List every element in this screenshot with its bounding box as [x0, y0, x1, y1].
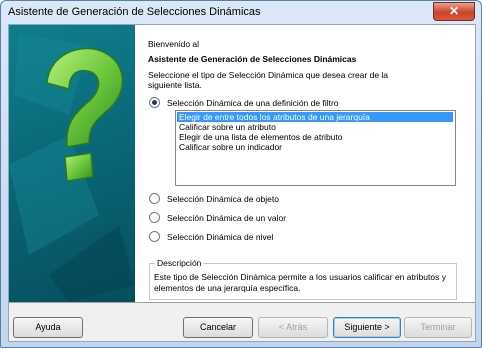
close-button[interactable]: ✕: [433, 2, 475, 21]
list-item[interactable]: Elegir de una lista de elementos de atri…: [177, 132, 453, 142]
instruction-line-1: Seleccione el tipo de Selección Dinámica…: [148, 70, 389, 80]
radio-object[interactable]: [149, 193, 160, 204]
list-item[interactable]: Calificar sobre un atributo: [177, 122, 453, 132]
instruction-line-2: siguiente lista.: [148, 80, 202, 90]
radio-filter-definition[interactable]: [149, 97, 160, 108]
option-value-label[interactable]: Selección Dinámica de un valor: [167, 213, 286, 223]
radio-value[interactable]: [149, 212, 160, 223]
option-object-label[interactable]: Selección Dinámica de objeto: [167, 194, 279, 204]
finish-button[interactable]: Terminar: [404, 317, 472, 338]
description-line-2: elementos de una jerarquía específica.: [154, 283, 301, 293]
question-mark-art-icon: [9, 35, 135, 302]
welcome-text: Bienvenido al: [148, 39, 200, 49]
description-line-1: Este tipo de Selección Dinámica permite …: [154, 272, 446, 282]
cancel-button[interactable]: Cancelar: [183, 317, 253, 338]
wizard-window: Asistente de Generación de Selecciones D…: [0, 0, 482, 348]
radio-level[interactable]: [149, 231, 160, 242]
wizard-name: Asistente de Generación de Selecciones D…: [148, 54, 357, 64]
list-item[interactable]: Elegir de entre todos los atributos de u…: [177, 112, 453, 122]
window-title: Asistente de Generación de Selecciones D…: [8, 6, 261, 18]
wizard-art-panel: [9, 25, 135, 302]
title-bar[interactable]: Asistente de Generación de Selecciones D…: [1, 1, 481, 23]
next-button[interactable]: Siguiente >: [333, 317, 401, 338]
wizard-body: Bienvenido al Asistente de Generación de…: [8, 24, 476, 342]
button-separator: [9, 302, 475, 303]
list-item[interactable]: Calificar sobre un indicador: [177, 142, 453, 152]
description-group: Descripción Este tipo de Selección Dinám…: [149, 258, 457, 300]
close-icon: ✕: [448, 4, 460, 18]
filter-type-list[interactable]: Elegir de entre todos los atributos de u…: [175, 110, 456, 186]
option-level-label[interactable]: Selección Dinámica de nivel: [167, 232, 273, 242]
description-legend: Descripción: [155, 258, 204, 268]
back-button[interactable]: < Atrás: [258, 317, 328, 338]
help-button[interactable]: Ayuda: [13, 317, 83, 338]
option-filter-label[interactable]: Selección Dinámica de una definición de …: [167, 98, 339, 108]
wizard-content: Bienvenido al Asistente de Generación de…: [135, 25, 475, 302]
